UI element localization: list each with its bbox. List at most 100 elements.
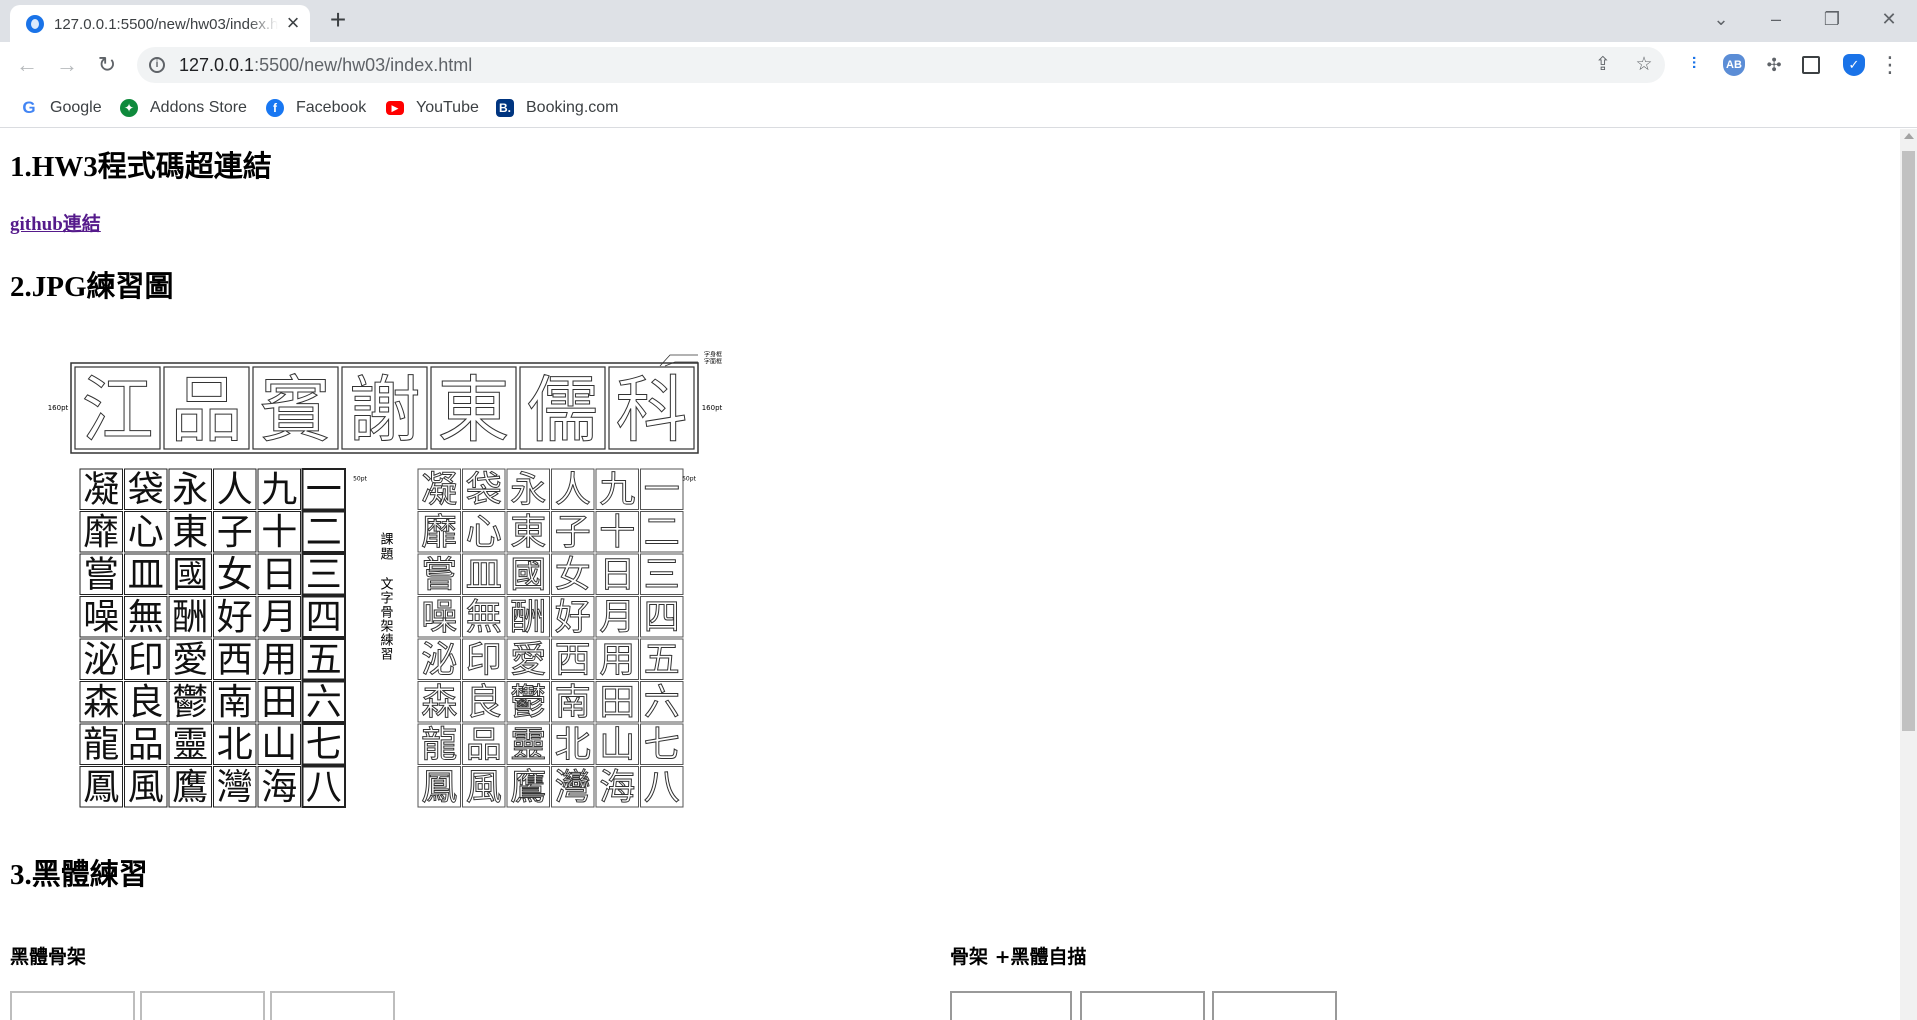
subheading-right: 骨架 +黑體自描 (950, 946, 1087, 968)
grid-char: 靈 (172, 725, 208, 766)
grid-char: 永 (172, 470, 208, 511)
scroll-thumb[interactable] (1902, 151, 1915, 731)
grid-char: 人 (217, 470, 253, 511)
section3-heading: 3.黑體練習 (10, 859, 148, 891)
grid-char: 風 (128, 767, 164, 808)
browser-toolbar: ← → ↻ i 127.0.0.1:5500/new/hw03/index.ht… (0, 42, 1917, 88)
size-label-left: 160pt (48, 404, 69, 412)
grid-char: 皿 (466, 555, 502, 596)
extension-1-icon[interactable]: ⫶ (1683, 54, 1705, 76)
grid-char: 無 (466, 597, 502, 638)
grid-char: 四 (306, 597, 342, 638)
grid-char: 月 (261, 597, 297, 638)
puzzle-icon[interactable]: ✣ (1763, 54, 1785, 76)
grid-char: 四 (644, 597, 680, 638)
subheading-left: 黑體骨架 (10, 946, 87, 968)
grid-char: 七 (306, 725, 342, 766)
close-tab-icon[interactable]: × (282, 12, 304, 35)
grid-char: 鷹 (172, 767, 208, 808)
grid-char: 六 (644, 682, 680, 723)
back-button[interactable]: ← (12, 50, 42, 80)
github-link[interactable]: github連結 (10, 209, 101, 236)
grid-char: 十 (599, 512, 635, 553)
grid-char: 森 (83, 682, 119, 723)
tab-strip: 127.0.0.1:5500/new/hw03/index.html × + ⌄… (0, 0, 1917, 42)
shield-icon[interactable]: ✓ (1843, 54, 1865, 76)
section1-heading: 1.HW3程式碼超連結 (10, 151, 272, 183)
grid-char: 嘗 (83, 555, 119, 596)
grid-char: 海 (599, 767, 635, 808)
globe-icon (26, 15, 44, 33)
grid-char: 袋 (466, 470, 502, 511)
top-char: 科 (615, 368, 687, 452)
grid-char: 無 (128, 597, 164, 638)
grid-char: 愛 (172, 640, 208, 681)
bookmark-google[interactable]: G Google (20, 96, 102, 120)
adblock-icon[interactable]: AB (1723, 54, 1745, 76)
top-char: 品 (170, 368, 242, 452)
url-text[interactable]: 127.0.0.1:5500/new/hw03/index.html (179, 55, 472, 76)
grid-char: 北 (217, 725, 253, 766)
forward-button[interactable]: → (52, 50, 82, 80)
grid-char: 國 (172, 555, 208, 596)
browser-menu-icon[interactable]: ⋮ (1875, 50, 1905, 80)
close-window-button[interactable]: ✕ (1869, 6, 1909, 32)
grid-char: 二 (306, 512, 342, 553)
grid-char: 泌 (83, 640, 119, 681)
grid-char: 森 (421, 682, 457, 723)
grid-char: 日 (599, 555, 635, 596)
top-char: 謝 (348, 368, 420, 452)
scroll-up-arrow-icon[interactable] (1904, 133, 1914, 139)
active-tab[interactable]: 127.0.0.1:5500/new/hw03/index.html × (10, 5, 310, 42)
grid-char: 子 (555, 512, 591, 553)
grid-char: 噪 (83, 597, 119, 638)
vertical-title-1: 課題 (378, 531, 394, 562)
grid-char: 六 (306, 682, 342, 723)
grid-char: 皿 (128, 555, 164, 596)
grid-char: 永 (510, 470, 546, 511)
reload-button[interactable]: ↻ (92, 50, 122, 80)
grid-char: 女 (555, 555, 591, 596)
grid-char: 灣 (217, 767, 253, 808)
minimize-button[interactable]: – (1756, 6, 1796, 32)
google-icon: G (20, 99, 38, 117)
facebook-icon: f (266, 99, 284, 117)
tab-search-chevron-icon[interactable]: ⌄ (1701, 6, 1741, 32)
bookmark-booking[interactable]: B. Booking.com (496, 96, 619, 120)
bookmark-star-icon[interactable]: ☆ (1632, 53, 1656, 77)
side-panel-icon[interactable] (1802, 56, 1820, 74)
grid-char: 二 (644, 512, 680, 553)
grid-char: 七 (644, 725, 680, 766)
bookmark-addons-store[interactable]: ✦ Addons Store (120, 96, 247, 120)
page-content: 1.HW3程式碼超連結 github連結 2.JPG練習圖 江品賓謝東儒科 160… (0, 129, 1900, 1020)
grid-char: 一 (306, 470, 342, 511)
grid-char: 鳳 (83, 767, 119, 808)
addons-store-icon: ✦ (120, 99, 138, 117)
thumbnail-image (950, 991, 1072, 1020)
bookmark-facebook[interactable]: f Facebook (266, 96, 366, 120)
grid-char: 五 (644, 640, 680, 681)
new-tab-button[interactable]: + (325, 6, 351, 34)
grid-char: 田 (599, 682, 635, 723)
vertical-title-2: 文字骨架練習 (378, 577, 394, 661)
grid-char: 印 (466, 640, 502, 681)
thumbnail-image (140, 991, 265, 1020)
grid-char: 鬱 (510, 682, 546, 723)
grid-char: 十 (261, 512, 297, 553)
share-icon[interactable]: ⇪ (1591, 53, 1615, 77)
site-info-icon[interactable]: i (149, 57, 165, 73)
grid-char: 鬱 (172, 682, 208, 723)
booking-icon: B. (496, 99, 514, 117)
grid-char: 良 (466, 682, 502, 723)
grid-size-label-right: 50pt (682, 476, 696, 483)
grid-char: 靡 (83, 512, 119, 553)
bookmark-youtube[interactable]: ▶ YouTube (386, 96, 479, 120)
address-bar[interactable]: i 127.0.0.1:5500/new/hw03/index.html ⇪ ☆ (137, 47, 1665, 83)
vertical-scrollbar[interactable] (1900, 129, 1917, 1020)
grid-char: 鷹 (510, 767, 546, 808)
grid-char: 南 (555, 682, 591, 723)
grid-char: 八 (306, 767, 342, 808)
grid-char: 田 (261, 682, 297, 723)
grid-char: 子 (217, 512, 253, 553)
restore-button[interactable]: ❐ (1812, 6, 1852, 32)
